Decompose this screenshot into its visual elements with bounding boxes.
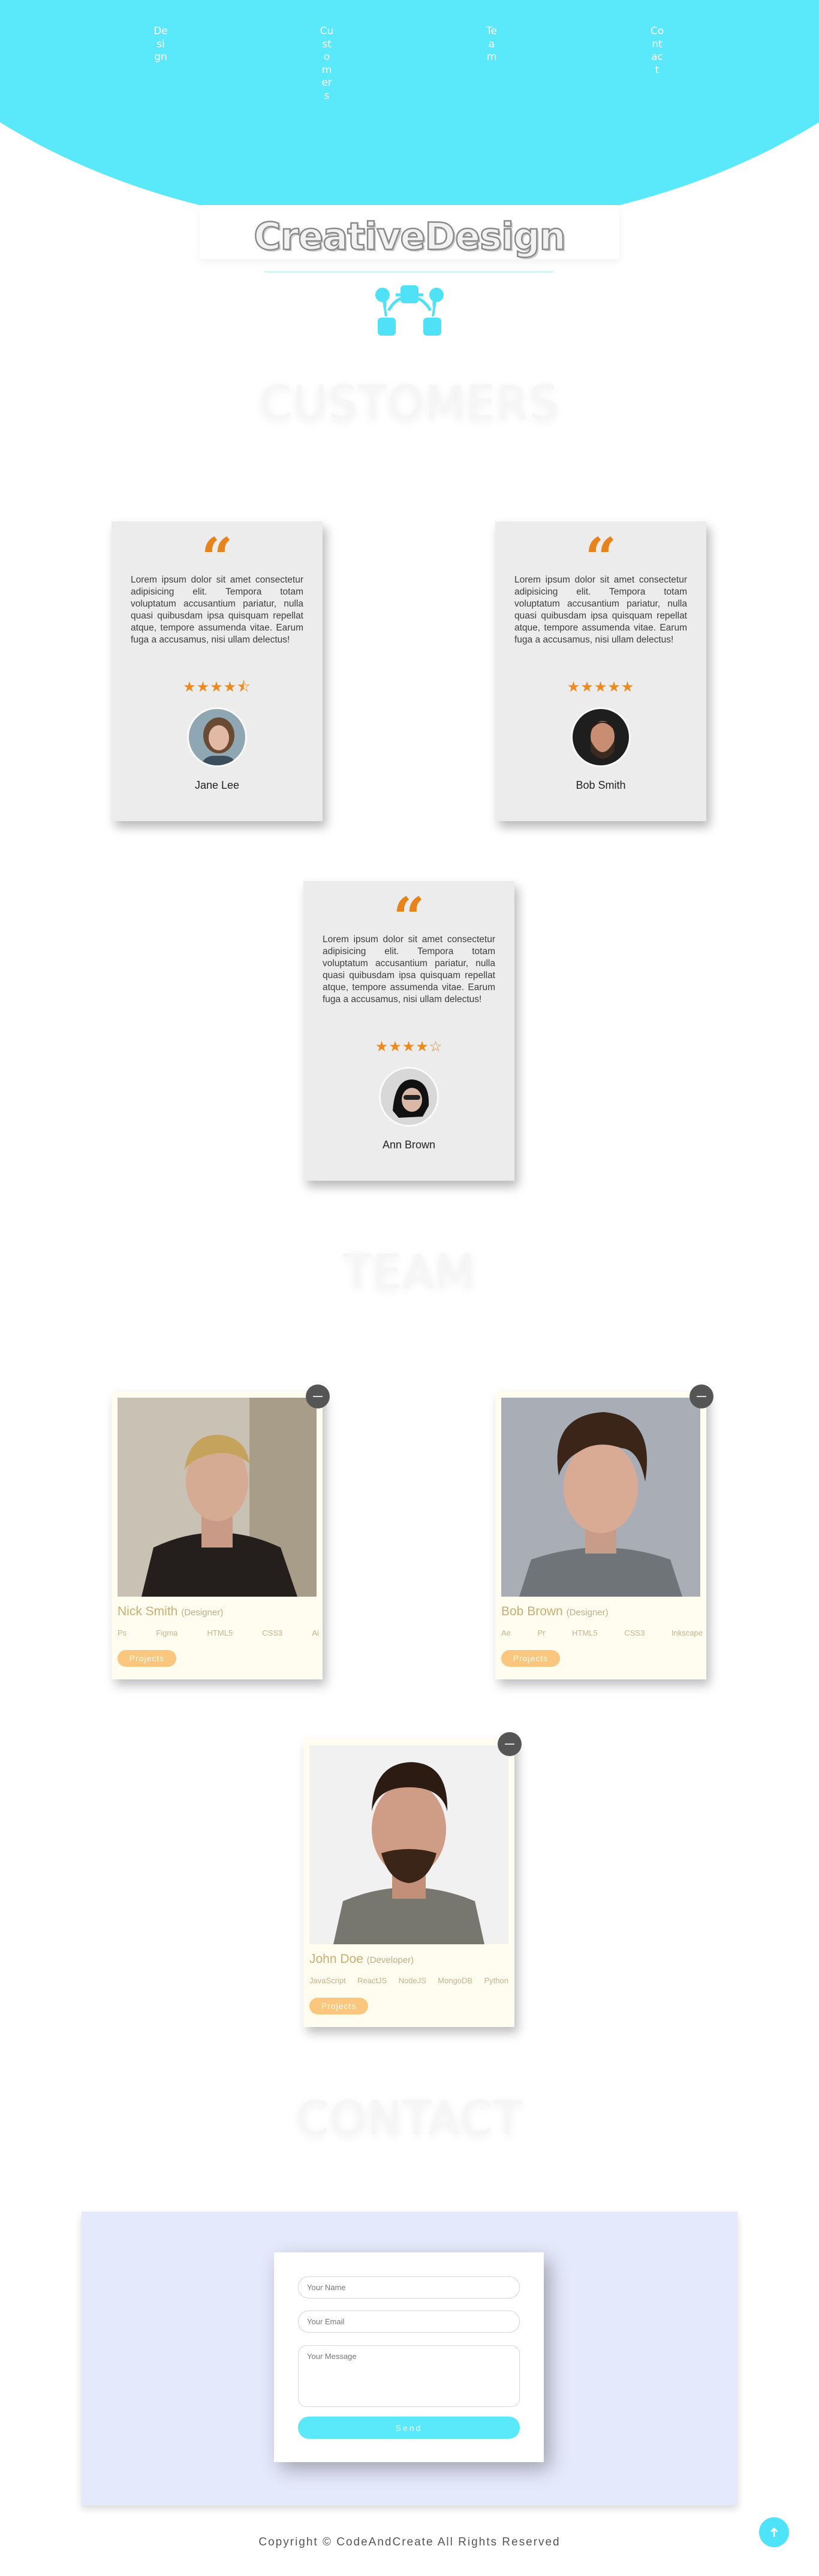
member-photo: [118, 1398, 317, 1597]
skill-tag: Ae: [501, 1628, 511, 1637]
testimonial-card: “ Lorem ipsum dolor sit amet consectetur…: [112, 521, 323, 821]
member-role: (Designer): [181, 1607, 224, 1618]
collapse-button[interactable]: [498, 1732, 522, 1756]
skill-tag: Python: [484, 1976, 508, 1985]
member-name-row: Nick Smith (Designer): [118, 1604, 223, 1619]
section-title-customers: CUSTOMERS: [260, 376, 559, 430]
message-textarea[interactable]: [298, 2345, 520, 2407]
collapse-button[interactable]: [306, 1384, 330, 1408]
skill-tag: MongoDB: [438, 1976, 473, 1985]
skill-tag: JavaScript: [309, 1976, 346, 1985]
projects-button[interactable]: Projects: [118, 1650, 176, 1667]
quote-icon: “: [201, 531, 233, 567]
skill-tag: NodeJS: [398, 1976, 426, 1985]
rating-stars: ★★★★☆: [375, 1039, 443, 1055]
scroll-to-top-button[interactable]: [759, 2517, 789, 2547]
member-role: (Developer): [366, 1955, 414, 1965]
member-photo: [501, 1398, 700, 1597]
skill-list: Ae Pr HTML5 CSS3 Inkscape: [501, 1628, 703, 1640]
member-photo: [309, 1745, 508, 1944]
email-input[interactable]: [298, 2310, 520, 2333]
contact-form: Send: [274, 2252, 544, 2462]
quote-icon: “: [393, 891, 425, 927]
customer-name: Jane Lee: [194, 779, 240, 791]
rating-stars: ★★★★⯪: [183, 679, 251, 695]
member-role: (Designer): [566, 1607, 609, 1618]
member-name: Bob Brown: [501, 1604, 563, 1618]
member-name-row: Bob Brown (Designer): [501, 1604, 609, 1619]
member-name: John Doe: [309, 1952, 363, 1966]
testimonial-text: Lorem ipsum dolor sit amet consectetur a…: [514, 575, 687, 645]
testimonial-text: Lorem ipsum dolor sit amet consectetur a…: [323, 934, 495, 1005]
connected-nodes-icon: [375, 285, 444, 336]
member-name-row: John Doe (Developer): [309, 1952, 414, 1966]
name-input[interactable]: [298, 2276, 520, 2299]
nav-item-contact[interactable]: Contact: [650, 25, 664, 77]
skill-list: JavaScript ReactJS NodeJS MongoDB Python: [309, 1976, 508, 1988]
skill-tag: CSS3: [262, 1628, 283, 1637]
skill-tag: HTML5: [207, 1628, 233, 1637]
main-nav: Design Customers Team Contact: [0, 25, 819, 139]
team-card: Bob Brown (Designer) Ae Pr HTML5 CSS3 In…: [495, 1384, 713, 1679]
nav-item-team[interactable]: Team: [484, 25, 499, 64]
customer-name: Bob Smith: [576, 779, 626, 791]
skill-tag: Pr: [537, 1628, 546, 1637]
site-title: CreativeDesign: [253, 214, 567, 260]
skill-tag: CSS3: [624, 1628, 645, 1637]
testimonial-card: “ Lorem ipsum dolor sit amet consectetur…: [495, 521, 706, 821]
banner-underline: [264, 271, 554, 273]
skill-tag: Ps: [118, 1628, 127, 1637]
collapse-button[interactable]: [689, 1384, 713, 1408]
team-card: John Doe (Developer) JavaScript ReactJS …: [303, 1732, 522, 2027]
projects-button[interactable]: Projects: [501, 1650, 560, 1667]
rating-stars: ★★★★★: [567, 679, 635, 695]
customer-name: Ann Brown: [382, 1139, 436, 1151]
skill-tag: HTML5: [572, 1628, 598, 1637]
nav-item-design[interactable]: Design: [153, 25, 168, 64]
avatar: [379, 1067, 439, 1127]
testimonial-card: “ Lorem ipsum dolor sit amet consectetur…: [303, 881, 514, 1181]
quote-icon: “: [585, 531, 617, 567]
skill-tag: ReactJS: [357, 1976, 387, 1985]
skill-tag: Figma: [156, 1628, 178, 1637]
skill-list: Ps Figma HTML5 CSS3 Ai: [118, 1628, 319, 1640]
send-button[interactable]: Send: [298, 2417, 520, 2439]
avatar: [187, 707, 247, 767]
section-title-team: TEAM: [343, 1245, 476, 1299]
testimonial-text: Lorem ipsum dolor sit amet consectetur a…: [131, 575, 303, 645]
team-card: Nick Smith (Designer) Ps Figma HTML5 CSS…: [112, 1384, 330, 1679]
section-title-contact: CONTACT: [296, 2092, 523, 2146]
skill-tag: Inkscape: [671, 1628, 703, 1637]
nav-item-customers[interactable]: Customers: [320, 25, 334, 102]
projects-button[interactable]: Projects: [309, 1998, 368, 2014]
member-name: Nick Smith: [118, 1604, 178, 1618]
avatar: [571, 707, 631, 767]
skill-tag: Ai: [312, 1628, 319, 1637]
footer-copyright: Copyright © CodeAndCreate All Rights Res…: [258, 2536, 561, 2548]
